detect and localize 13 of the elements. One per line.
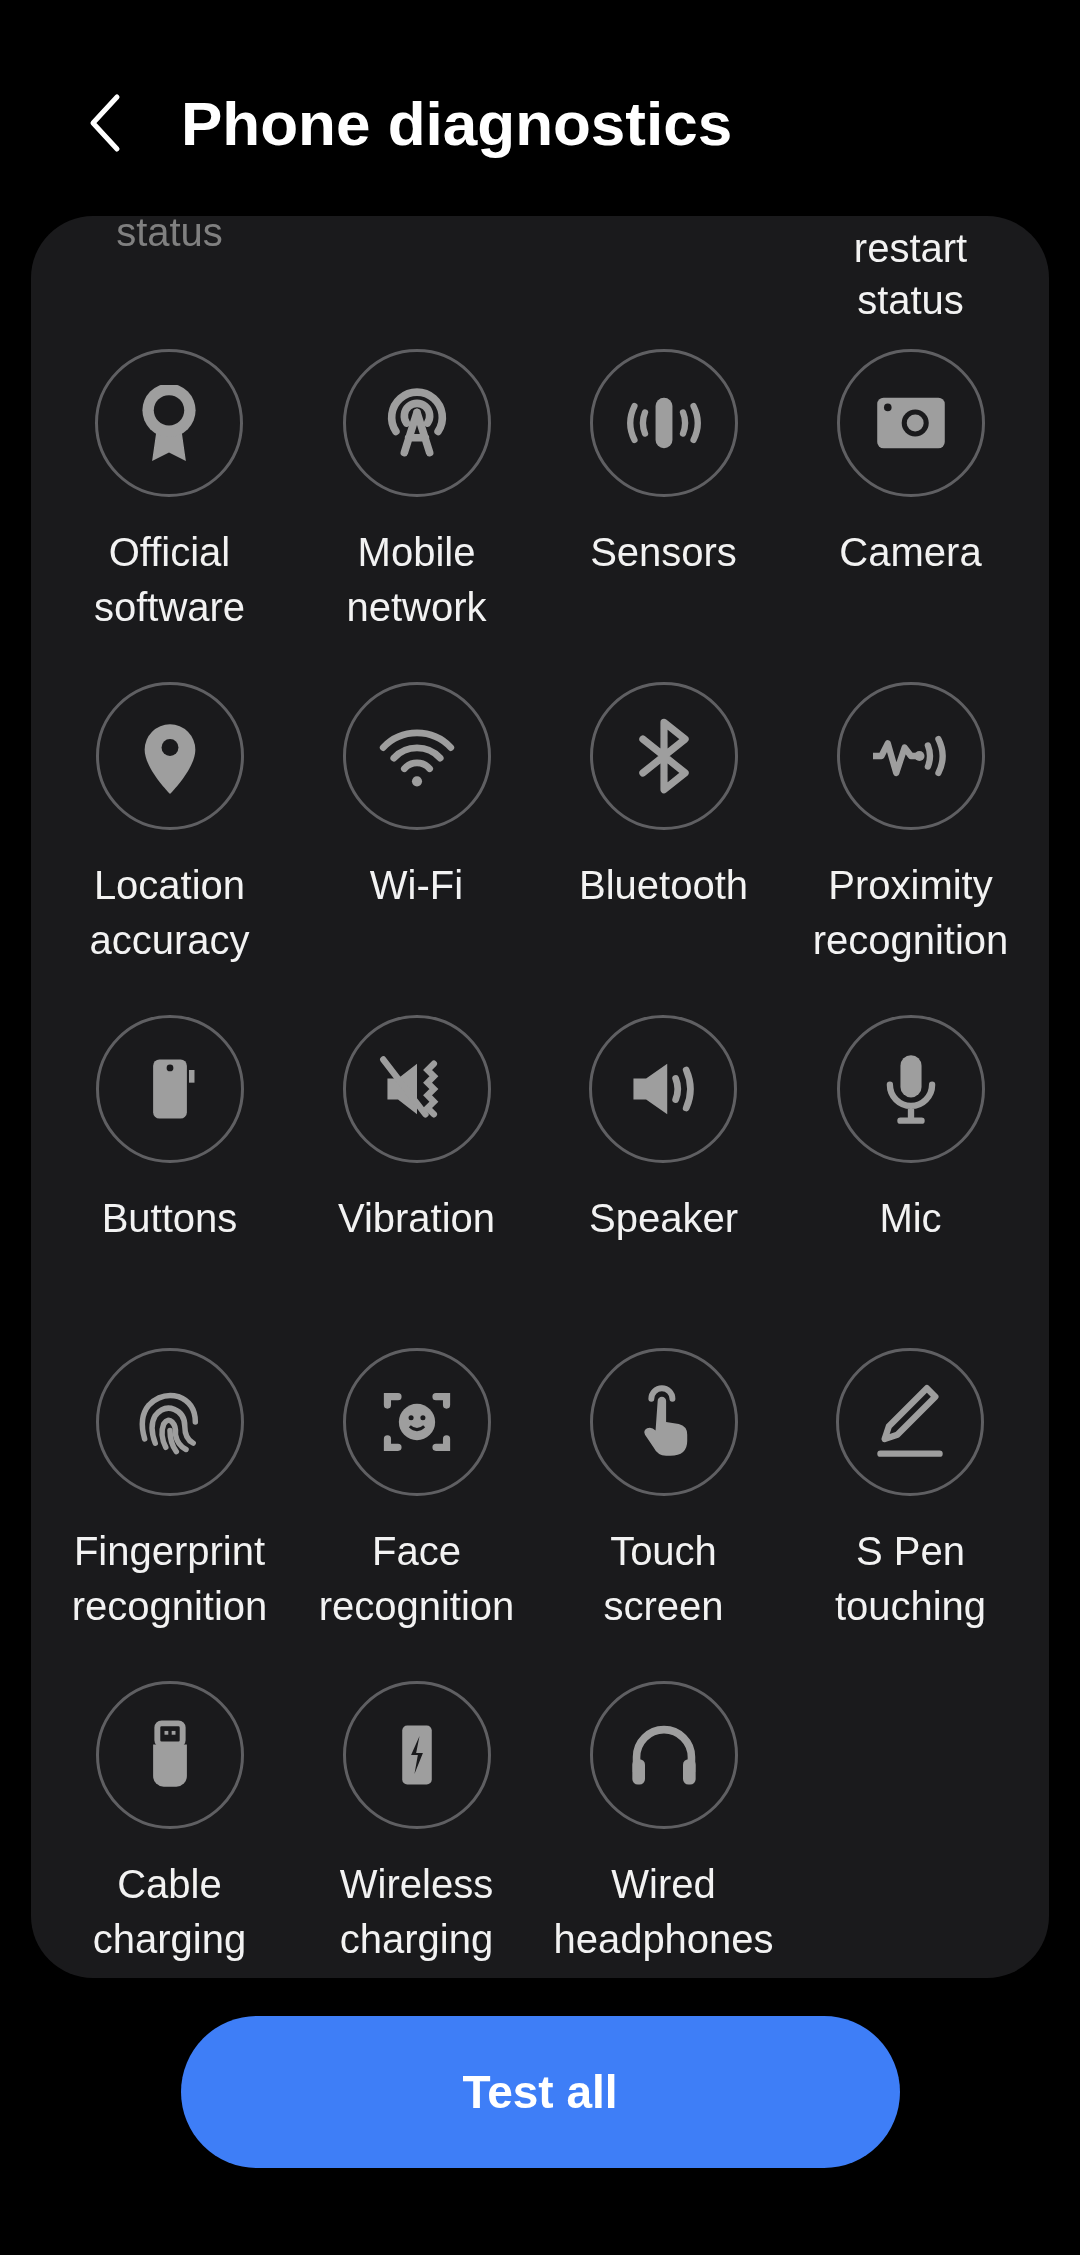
test-label: restart status xyxy=(853,225,968,324)
diagnostic-button[interactable]: Proximity recognition xyxy=(812,682,1009,968)
diagnostic-button[interactable]: Face recognition xyxy=(318,1348,515,1634)
diagnostic-button[interactable]: Wired headphones xyxy=(553,1681,774,1967)
page-title: Phone diagnostics xyxy=(181,87,733,159)
diagnostic-button[interactable]: Location accuracy xyxy=(89,682,250,968)
diagnostic-button[interactable]: Wireless charging xyxy=(339,1681,494,1967)
diagnostic-button[interactable]: Bluetooth xyxy=(579,682,748,968)
diagnostic-button[interactable]: Fingerprint recognition xyxy=(71,1348,268,1634)
test-all-button[interactable]: Test all xyxy=(180,2016,900,2168)
diagnostic-button[interactable]: Cable charging xyxy=(92,1681,247,1967)
diagnostic-button[interactable]: Vibration xyxy=(337,1015,496,1301)
test-label: status xyxy=(116,216,223,256)
